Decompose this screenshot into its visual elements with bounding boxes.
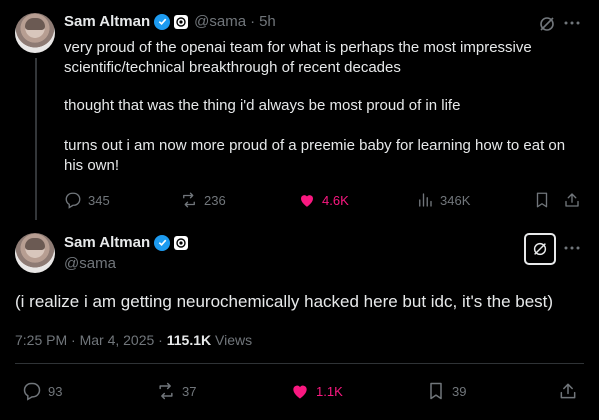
org-badge-icon[interactable] [174,235,189,250]
bookmark-button[interactable]: 39 [426,381,466,401]
avatar[interactable] [15,233,55,273]
repost-icon [159,382,173,400]
separator: · [250,13,256,30]
tweet1-header: Sam Altman @sama · 5h [64,13,276,30]
reply-button[interactable]: 93 [22,381,62,401]
bookmark-icon [430,382,442,400]
tweet1-text-p2: thought that was the thing i'd always be… [64,97,461,114]
more-icon[interactable] [563,14,581,37]
meta-views-count: 115.1K [166,332,212,348]
reply-count: 93 [48,383,63,399]
reply-button[interactable]: 345 [64,191,110,209]
thread-line [35,58,37,220]
author-name[interactable]: Sam Altman [64,13,150,30]
reply-icon [23,382,41,401]
tweet2-header: Sam Altman [64,234,189,251]
grok-icon[interactable] [524,233,556,265]
divider [15,363,584,364]
tweet1-text-p3: turns out i am now more proud of a preem… [64,137,566,174]
org-badge-icon[interactable] [174,14,189,29]
reply-icon [65,192,81,209]
repost-button[interactable]: 37 [156,381,196,401]
reply-count: 345 [88,192,110,208]
views-icon [419,193,432,207]
repost-icon [183,192,195,208]
timestamp[interactable]: 5h [259,13,276,30]
avatar[interactable] [15,13,55,53]
tweet1-text-p1: very proud of the openai team for what i… [64,39,532,76]
repost-count: 37 [182,383,197,399]
bookmark-count: 39 [452,383,467,399]
bookmark-icon[interactable] [533,191,551,214]
like-count: 4.6K [322,192,349,208]
meta-views-label: Views [215,332,253,348]
tweet2-text: (i realize i am getting neurochemically … [15,292,554,311]
like-icon [293,385,307,399]
author-name[interactable]: Sam Altman [64,234,150,251]
verified-icon[interactable] [154,13,171,30]
more-icon[interactable] [563,239,581,262]
views-count: 346K [440,192,471,208]
repost-button[interactable]: 236 [180,191,226,209]
author-handle[interactable]: @sama [64,255,116,272]
share-icon[interactable] [563,191,581,214]
grok-icon[interactable] [537,14,557,34]
repost-count: 236 [204,192,226,208]
like-icon [301,195,313,207]
views-button[interactable]: 346K [416,191,470,209]
share-icon[interactable] [558,381,578,406]
like-button[interactable]: 4.6K [298,191,349,209]
author-handle[interactable]: @sama [194,13,246,30]
meta-time[interactable]: 7:25 PM · Mar 4, 2025 · [15,332,163,348]
like-button[interactable]: 1.1K [290,381,343,401]
tweet-meta: 7:25 PM · Mar 4, 2025 · 115.1K Views [15,332,252,348]
like-count: 1.1K [316,383,343,399]
verified-icon[interactable] [154,234,171,251]
